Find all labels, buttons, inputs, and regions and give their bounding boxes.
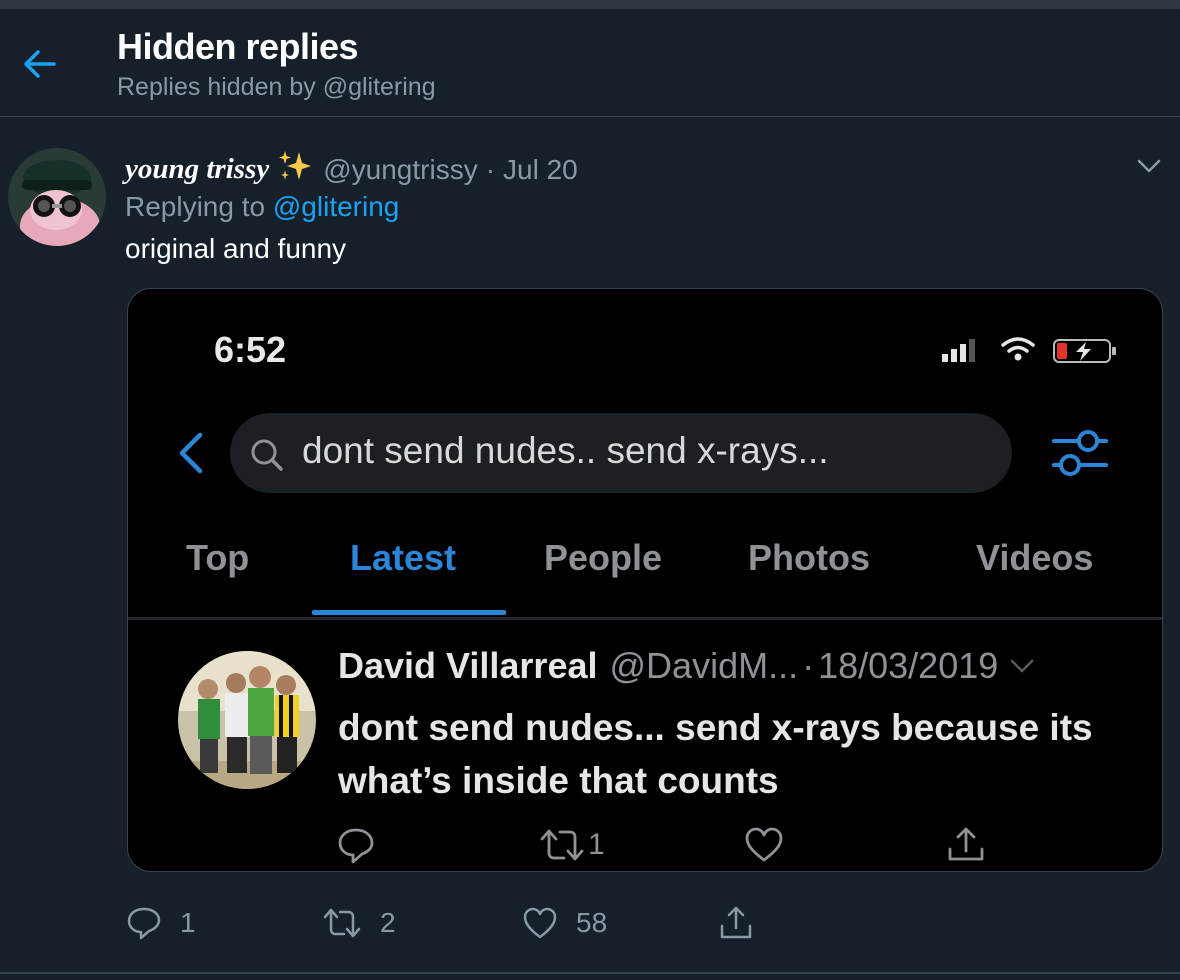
- phone-search-bar: dont send nudes.. send x-rays...: [230, 413, 1012, 493]
- search-icon: [251, 439, 283, 471]
- like-count: 58: [576, 907, 608, 938]
- phone-back-chevron-icon: [179, 432, 203, 474]
- heart-icon: [745, 827, 783, 862]
- user-handle[interactable]: @yungtrissy: [323, 154, 477, 186]
- phone-status-icons: [942, 337, 1116, 363]
- speech-bubble-icon: [338, 828, 374, 864]
- retweet-icon: [540, 829, 584, 861]
- chevron-down-icon: [1011, 659, 1034, 673]
- replying-prefix: Replying to: [125, 191, 266, 222]
- group-photo-image: [178, 651, 316, 789]
- display-name[interactable]: young trissy: [125, 153, 269, 186]
- arrow-left-icon: [24, 50, 56, 78]
- phone-search-text: dont send nudes.. send x-rays...: [302, 430, 829, 471]
- phone-tweet-name: David Villarreal: [338, 645, 598, 686]
- phone-active-tab-indicator: [312, 610, 506, 615]
- tweet-text: original and funny: [125, 233, 347, 264]
- sparkle-emoji: [277, 148, 313, 191]
- chevron-down-icon: [1137, 159, 1161, 173]
- phone-tab-photos: Photos: [748, 537, 870, 578]
- replying-to: Replying to @glitering: [125, 191, 399, 223]
- phone-share-icon: [946, 821, 986, 869]
- phone-tweet-avatar: [178, 651, 316, 789]
- page-header: Hidden replies Replies hidden by @gliter…: [0, 9, 1180, 117]
- phone-retweet: 1: [538, 821, 605, 869]
- reply-count: 1: [180, 907, 196, 938]
- share-icon: [948, 827, 984, 861]
- tweet-divider: [0, 972, 1180, 974]
- tweet-menu-button[interactable]: [1128, 151, 1170, 181]
- phone-retweet-count: 1: [588, 828, 605, 861]
- retweet-count: 2: [380, 907, 396, 938]
- filter-sliders-icon: [1052, 430, 1108, 476]
- tweet-date[interactable]: Jul 20: [503, 154, 578, 186]
- share-icon: [720, 906, 752, 939]
- page-title: Hidden replies: [117, 26, 359, 67]
- share-button[interactable]: [718, 894, 754, 952]
- window-top-edge: [0, 0, 1180, 9]
- retweet-button[interactable]: 2: [322, 894, 396, 952]
- phone-search-tabs: Top Latest People Photos Videos: [128, 537, 1162, 617]
- phone-tab-latest: Latest: [350, 537, 457, 578]
- page-subtitle: Replies hidden by @glitering: [117, 73, 436, 101]
- retweet-icon: [323, 908, 361, 938]
- phone-tab-people: People: [544, 537, 663, 578]
- phone-tweet-actions: 1: [128, 821, 1162, 871]
- phone-status-time: 6:52: [214, 329, 287, 370]
- avatar[interactable]: [8, 148, 106, 246]
- tweet-header: young trissy @yungtrissy · Jul 20: [125, 148, 578, 191]
- reply-button[interactable]: 1: [126, 894, 196, 952]
- tweet-actions: 1 2 58: [0, 894, 1180, 954]
- phone-tweet-text: dont send nudes... send x-rays because i…: [338, 707, 1093, 801]
- phone-tweet-header: David Villarreal @DavidM... · 18/03/2019: [338, 645, 1034, 687]
- sparkle-icon: [279, 151, 312, 180]
- tweet-media-image[interactable]: 6:52 dont send nudes.. send x-rays... To…: [127, 288, 1163, 872]
- phone-tweet-date: 18/03/2019: [818, 645, 999, 686]
- phone-divider: [128, 617, 1162, 620]
- phone-reply-icon: [336, 821, 376, 869]
- avatar-image: [8, 148, 106, 246]
- heart-icon: [523, 907, 557, 939]
- speech-bubble-icon: [127, 907, 161, 940]
- replying-to-link[interactable]: @glitering: [273, 191, 399, 222]
- back-button[interactable]: [14, 39, 64, 89]
- phone-like-icon: [744, 821, 784, 869]
- phone-tab-top: Top: [186, 537, 250, 578]
- like-button[interactable]: 58: [522, 894, 607, 952]
- phone-tweet-handle: @DavidM...: [609, 645, 799, 686]
- phone-tab-videos: Videos: [976, 537, 1094, 578]
- tweet[interactable]: young trissy @yungtrissy · Jul 20 Replyi…: [0, 118, 1180, 974]
- meta-separator: ·: [485, 153, 496, 185]
- phone-tweet-separator: ·: [802, 645, 815, 686]
